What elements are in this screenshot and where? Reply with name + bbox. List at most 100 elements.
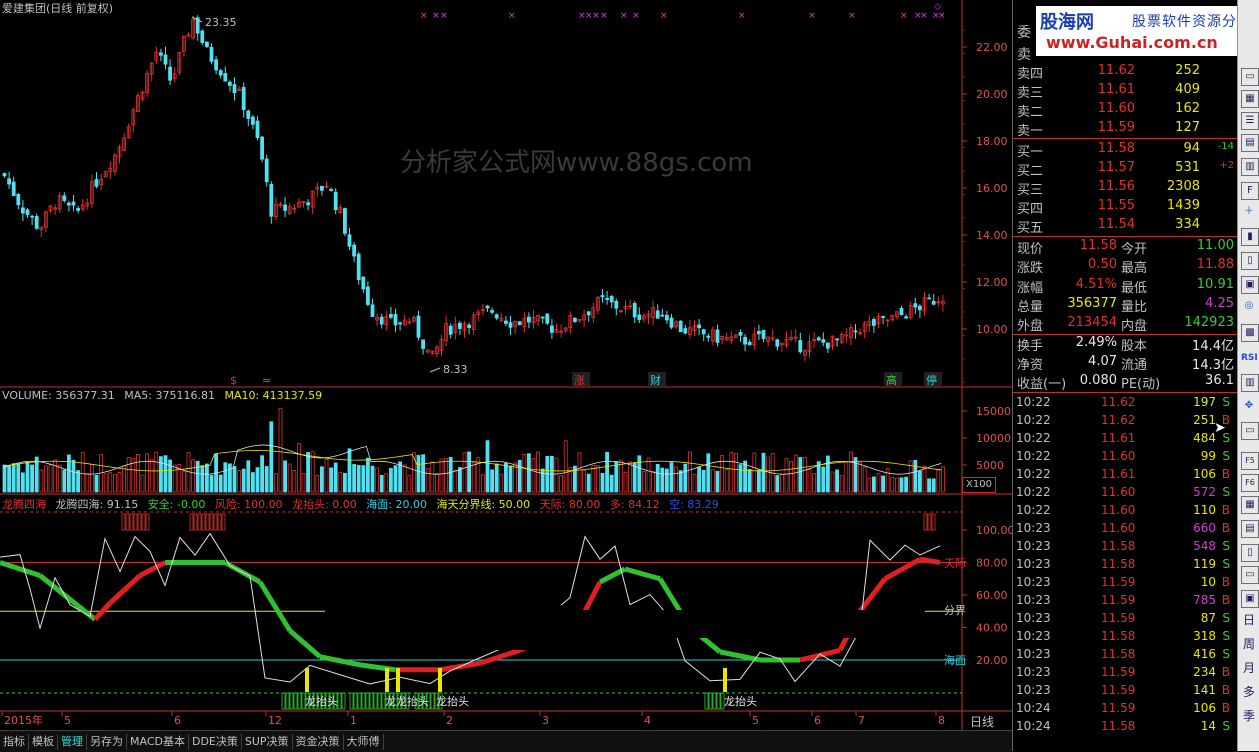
chart-canvas[interactable]: 22.00 20.00 18.00 16.00 14.00 12.00 10.00 23.35…	[0, 0, 1012, 730]
ask-row[interactable]: 卖一 11.59 127	[1013, 120, 1238, 139]
tick-row[interactable]: 10:23 11.59 141 B	[1013, 683, 1238, 701]
tick-row[interactable]: 10:24 11.58 14 S	[1013, 719, 1238, 737]
candle-body	[550, 325, 554, 333]
tab-manage[interactable]: 管理	[58, 733, 87, 750]
candle-body	[609, 296, 614, 303]
tick-row[interactable]: 10:23 11.58 119 S	[1013, 557, 1238, 575]
bid-row[interactable]: 买二 11.57 531 +2	[1013, 160, 1238, 179]
stat-label: 内盘	[1121, 319, 1148, 335]
panel-icon[interactable]: ▣	[1241, 276, 1259, 294]
tick-volume: 416	[1193, 647, 1216, 661]
tick-row[interactable]: 10:23 11.60 660 B	[1013, 521, 1238, 539]
tick-row[interactable]: 10:22 11.60 99 S	[1013, 449, 1238, 467]
tab-fund[interactable]: 资金决策	[293, 733, 344, 750]
page-icon[interactable]: ▭	[1241, 422, 1259, 440]
chart-marker: $	[230, 374, 237, 387]
bid-row[interactable]: 买一 11.58 94 -14	[1013, 141, 1238, 160]
period-multi[interactable]: 多	[1241, 684, 1257, 700]
period-month[interactable]: 月	[1241, 660, 1257, 676]
safe-box	[712, 692, 717, 710]
tick-row[interactable]: 10:23 11.59 234 B	[1013, 665, 1238, 683]
indicator-icon[interactable]: ▩	[1241, 324, 1259, 342]
bars-icon[interactable]: ▥	[1241, 374, 1259, 392]
candle-body	[494, 314, 499, 319]
bid-label: 买五	[1017, 221, 1044, 236]
blackout-band	[325, 605, 575, 650]
tick-row[interactable]: 10:22 11.62 251 B	[1013, 413, 1238, 431]
indicator-axis-label: 100.00	[976, 524, 1012, 537]
compass-icon[interactable]: ◎	[1241, 298, 1257, 314]
volume-bar	[517, 459, 522, 493]
tick-row[interactable]: 10:23 11.59 10 B	[1013, 575, 1238, 593]
volume-axis-label: 10000	[976, 432, 1011, 445]
candle-body	[899, 307, 904, 315]
period-day[interactable]: 日	[1241, 612, 1257, 628]
tick-row[interactable]: 10:23 11.58 318 S	[1013, 629, 1238, 647]
ask-row[interactable]: 卖三 11.61 409	[1013, 82, 1238, 101]
period-week[interactable]: 周	[1241, 636, 1257, 652]
ask-row[interactable]: 卖四 11.62 252	[1013, 63, 1238, 82]
doc-icon[interactable]: ▤	[1241, 134, 1259, 152]
tick-row[interactable]: 10:22 11.62 197 S	[1013, 395, 1238, 413]
bid-volume: 2308	[1166, 179, 1200, 194]
f6-button[interactable]: F6	[1241, 474, 1259, 492]
tick-row[interactable]: 10:22 11.60 572 S	[1013, 485, 1238, 503]
chart-marker: 高	[886, 373, 897, 387]
bid-row[interactable]: 买四 11.55 1439	[1013, 198, 1238, 217]
window-icon[interactable]: ▭	[1241, 68, 1259, 86]
tab-master[interactable]: 大师傅	[344, 733, 384, 750]
note-icon[interactable]: ▯	[1241, 544, 1259, 562]
tab-template[interactable]: 模板	[29, 733, 58, 750]
divider	[1013, 138, 1238, 139]
stat-label: 今开	[1121, 242, 1148, 257]
frame-icon[interactable]: ▣	[1241, 590, 1259, 608]
chart-icon[interactable]: ▥	[1241, 158, 1259, 176]
volume-bar	[941, 466, 945, 493]
tick-row[interactable]: 10:22 11.60 110 B	[1013, 503, 1238, 521]
volume-bar	[927, 478, 931, 493]
split-icon[interactable]: ▮	[1241, 228, 1259, 246]
grid-icon[interactable]: ▦	[1241, 90, 1259, 108]
tick-time: 10:22	[1016, 485, 1051, 499]
tab-macd[interactable]: MACD基本	[127, 733, 189, 750]
price-axis-label: 18.00	[976, 135, 1008, 148]
tick-price: 11.59	[1101, 701, 1136, 715]
layout-icon[interactable]: ▯	[1241, 252, 1259, 270]
guhai-banner[interactable]: 股海网 股票软件资源分享 www.Guhai.com.cn	[1036, 6, 1254, 56]
tab-save-as[interactable]: 另存为	[87, 733, 127, 750]
tab-sup[interactable]: SUP决策	[242, 733, 293, 750]
volume-bar	[292, 470, 297, 493]
tick-row[interactable]: 10:23 11.58 548 S	[1013, 539, 1238, 557]
tick-row[interactable]: 10:23 11.58 416 S	[1013, 647, 1238, 665]
indicator-name[interactable]: 龙腾四海	[2, 498, 46, 511]
table-icon[interactable]: ▦	[1241, 496, 1259, 514]
volume-bar	[563, 440, 568, 493]
volume-bar	[393, 465, 398, 493]
stat-value: 11.00	[1196, 238, 1234, 253]
ask-row[interactable]: 卖二 11.60 162	[1013, 101, 1238, 120]
sheet-icon[interactable]: ▤	[1241, 520, 1259, 538]
candle-body	[660, 314, 665, 317]
period-label[interactable]: 日线	[970, 713, 994, 730]
rsi-button[interactable]: RSI	[1241, 350, 1258, 366]
tick-row[interactable]: 10:24 11.59 106 B	[1013, 701, 1238, 719]
tick-row[interactable]: 10:22 11.61 484 S	[1013, 431, 1238, 449]
tick-row[interactable]: 10:23 11.59 785 B	[1013, 593, 1238, 611]
dragon-bar	[438, 668, 442, 692]
chart-area[interactable]: 22.00 20.00 18.00 16.00 14.00 12.00 10.00 23.35…	[0, 0, 1012, 730]
list-icon[interactable]: ☰	[1241, 112, 1259, 130]
tick-row[interactable]: 10:23 11.59 87 S	[1013, 611, 1238, 629]
ask-volume: 409	[1175, 82, 1200, 97]
f5-button[interactable]: F5	[1241, 452, 1259, 470]
tab-indicator[interactable]: 指标	[0, 733, 29, 750]
box-icon[interactable]: ▭	[1241, 566, 1259, 584]
volume-bar	[936, 469, 941, 493]
zoom-in-icon[interactable]: ＋	[1241, 204, 1257, 220]
f-icon[interactable]: F	[1241, 182, 1259, 200]
move-icon[interactable]: ✥	[1241, 398, 1257, 414]
tick-row[interactable]: 10:22 11.61 106 B	[1013, 467, 1238, 485]
bid-row[interactable]: 买五 11.54 334	[1013, 217, 1238, 236]
period-quarter[interactable]: 季	[1241, 708, 1257, 724]
tab-dde[interactable]: DDE决策	[189, 733, 242, 750]
bid-row[interactable]: 买三 11.56 2308	[1013, 179, 1238, 198]
